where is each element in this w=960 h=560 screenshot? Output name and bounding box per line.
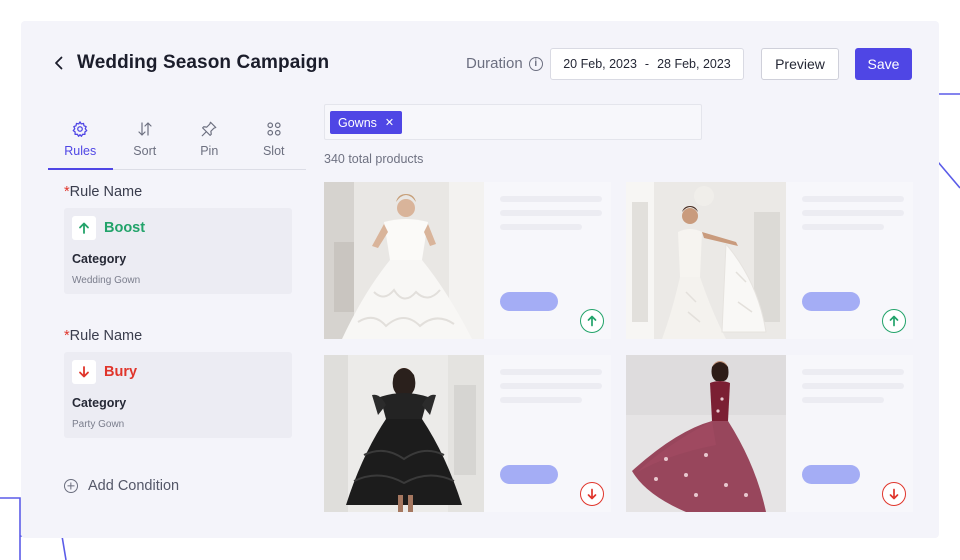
tab-sort[interactable]: Sort — [113, 104, 178, 169]
skeleton-line — [802, 383, 904, 389]
rank-up-icon[interactable] — [882, 309, 906, 333]
skeleton-line — [802, 397, 884, 403]
filter-chip-gowns: Gowns ✕ — [330, 111, 403, 134]
rule-box[interactable]: Bury Category Party Gown — [64, 352, 292, 438]
add-condition-label: Add Condition — [88, 478, 180, 494]
rule-card-boost: *Rule Name Boost Category Wedding Gown — [64, 184, 292, 294]
close-icon[interactable]: ✕ — [385, 116, 394, 129]
chevron-left-icon — [55, 56, 63, 70]
rule-name-label: *Rule Name — [64, 328, 292, 344]
product-card[interactable] — [626, 182, 913, 339]
skeleton-line — [500, 383, 602, 389]
skeleton-line — [802, 369, 904, 375]
rank-up-icon[interactable] — [580, 309, 604, 333]
boost-label: Boost — [104, 220, 146, 236]
info-icon[interactable]: i — [528, 56, 543, 71]
save-button[interactable]: Save — [855, 48, 912, 80]
bury-label: Bury — [104, 364, 138, 380]
panel-tabs: Rules Sort Pin Slot — [48, 104, 306, 170]
product-image — [324, 182, 484, 339]
skeleton-line — [500, 397, 582, 403]
skeleton-line — [802, 224, 884, 230]
bury-action: Bury — [72, 360, 137, 384]
preview-button[interactable]: Preview — [761, 48, 839, 80]
rule-name-label: *Rule Name — [64, 184, 292, 200]
tab-pin-label: Pin — [200, 144, 219, 158]
skeleton-line — [802, 196, 904, 202]
skeleton-line — [802, 210, 904, 216]
arrow-down-icon — [72, 360, 96, 384]
skeleton-pill — [802, 465, 860, 484]
duration-text: Duration — [466, 55, 523, 72]
tab-pin[interactable]: Pin — [177, 104, 242, 169]
product-image — [324, 355, 484, 512]
category-value: Wedding Gown — [72, 275, 141, 286]
product-image — [626, 182, 786, 339]
product-image — [626, 355, 786, 512]
date-range-picker[interactable]: 20 Feb, 2023 - 28 Feb, 2023 — [550, 48, 744, 80]
sort-arrows-icon — [138, 122, 152, 136]
boost-action: Boost — [72, 216, 145, 240]
tab-sort-label: Sort — [133, 144, 157, 158]
total-products-count: 340 total products — [324, 152, 424, 166]
tab-rules[interactable]: Rules — [48, 104, 113, 170]
product-info — [786, 355, 913, 512]
chip-label: Gowns — [338, 115, 377, 130]
product-card[interactable] — [324, 355, 611, 512]
skeleton-line — [500, 210, 602, 216]
skeleton-line — [500, 224, 582, 230]
rules-panel: Rules Sort Pin Slot *Rule Name Boost Cat… — [48, 104, 306, 524]
skeleton-line — [500, 196, 602, 202]
start-date: 20 Feb, 2023 — [563, 57, 637, 71]
category-label: Category — [72, 396, 127, 410]
arrow-up-icon — [72, 216, 96, 240]
back-button[interactable] — [49, 53, 69, 73]
date-separator: - — [644, 57, 650, 71]
filter-input[interactable]: Gowns ✕ — [324, 104, 702, 140]
skeleton-pill — [802, 292, 860, 311]
category-value: Party Gown — [72, 419, 125, 430]
pin-icon — [201, 121, 217, 137]
rule-card-bury: *Rule Name Bury Category Party Gown — [64, 328, 292, 438]
product-info — [484, 182, 611, 339]
tab-slot[interactable]: Slot — [242, 104, 307, 169]
category-label: Category — [72, 252, 127, 266]
tab-rules-label: Rules — [64, 144, 97, 158]
gear-icon — [72, 121, 88, 137]
tab-slot-label: Slot — [262, 144, 285, 158]
rank-down-icon[interactable] — [882, 482, 906, 506]
page-title: Wedding Season Campaign — [77, 52, 330, 73]
rule-name-text: Rule Name — [69, 328, 143, 344]
product-info — [786, 182, 913, 339]
skeleton-line — [500, 369, 602, 375]
campaign-card: Wedding Season Campaign Duration i 20 Fe… — [21, 21, 939, 538]
duration-label: Duration i — [466, 55, 543, 72]
grid-circles-icon — [267, 122, 281, 136]
product-card[interactable] — [324, 182, 611, 339]
rule-name-text: Rule Name — [69, 184, 143, 200]
skeleton-pill — [500, 292, 558, 311]
product-info — [484, 355, 611, 512]
plus-circle-icon — [64, 479, 78, 493]
end-date: 28 Feb, 2023 — [657, 57, 731, 71]
product-card[interactable] — [626, 355, 913, 512]
skeleton-pill — [500, 465, 558, 484]
rank-down-icon[interactable] — [580, 482, 604, 506]
add-condition-button[interactable]: Add Condition — [64, 478, 179, 494]
rule-box[interactable]: Boost Category Wedding Gown — [64, 208, 292, 294]
